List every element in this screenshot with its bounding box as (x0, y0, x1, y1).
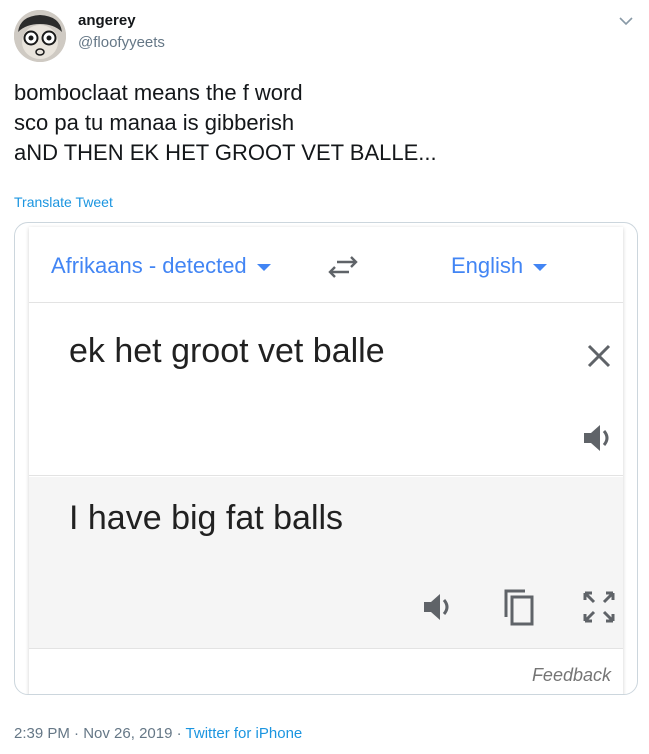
separator: · (176, 725, 182, 742)
tweet-footer: 2:39 PM · Nov 26, 2019 · Twitter for iPh… (14, 725, 302, 742)
tweet: angerey @floofyyeets bomboclaat means th… (0, 0, 649, 754)
tweet-time[interactable]: 2:39 PM (14, 725, 70, 742)
translation-result-area: I have big fat balls (29, 477, 623, 649)
tweet-line: bomboclaat means the f word (14, 80, 303, 105)
source-text: ek het groot vet balle (69, 332, 385, 370)
tweet-image[interactable]: Afrikaans - detected English ek het groo… (14, 222, 638, 695)
feedback-link[interactable]: Feedback (532, 665, 611, 686)
tweet-line: aND THEN EK HET GROOT VET BALLE... (14, 140, 437, 165)
separator: · (74, 725, 80, 742)
chevron-down-icon[interactable] (617, 12, 635, 30)
speaker-icon[interactable] (581, 422, 617, 454)
tweet-date[interactable]: Nov 26, 2019 (83, 725, 172, 742)
fullscreen-icon[interactable] (581, 589, 617, 625)
close-icon[interactable] (585, 342, 613, 370)
swap-languages-icon[interactable] (325, 253, 361, 281)
source-text-area[interactable]: ek het groot vet balle (29, 304, 623, 476)
tweet-source-link[interactable]: Twitter for iPhone (186, 725, 303, 742)
chevron-down-icon (533, 263, 548, 271)
source-language-label: Afrikaans - detected (51, 253, 247, 278)
tweet-text: bomboclaat means the f word sco pa tu ma… (14, 78, 634, 168)
target-language-label: English (451, 253, 524, 278)
translate-tweet-link[interactable]: Translate Tweet (14, 194, 113, 210)
tweet-line: sco pa tu manaa is gibberish (14, 110, 295, 135)
translator-card: Afrikaans - detected English ek het groo… (29, 227, 623, 694)
display-name[interactable]: angerey (78, 12, 136, 29)
chevron-down-icon (256, 263, 271, 271)
translation-text: I have big fat balls (69, 499, 344, 537)
language-bar: Afrikaans - detected English (29, 227, 623, 303)
user-handle[interactable]: @floofyyeets (78, 34, 165, 51)
target-language-select[interactable]: English (451, 253, 548, 279)
source-language-select[interactable]: Afrikaans - detected (51, 253, 271, 279)
speaker-icon[interactable] (421, 591, 457, 623)
avatar[interactable] (14, 10, 66, 62)
copy-icon[interactable] (501, 587, 537, 627)
